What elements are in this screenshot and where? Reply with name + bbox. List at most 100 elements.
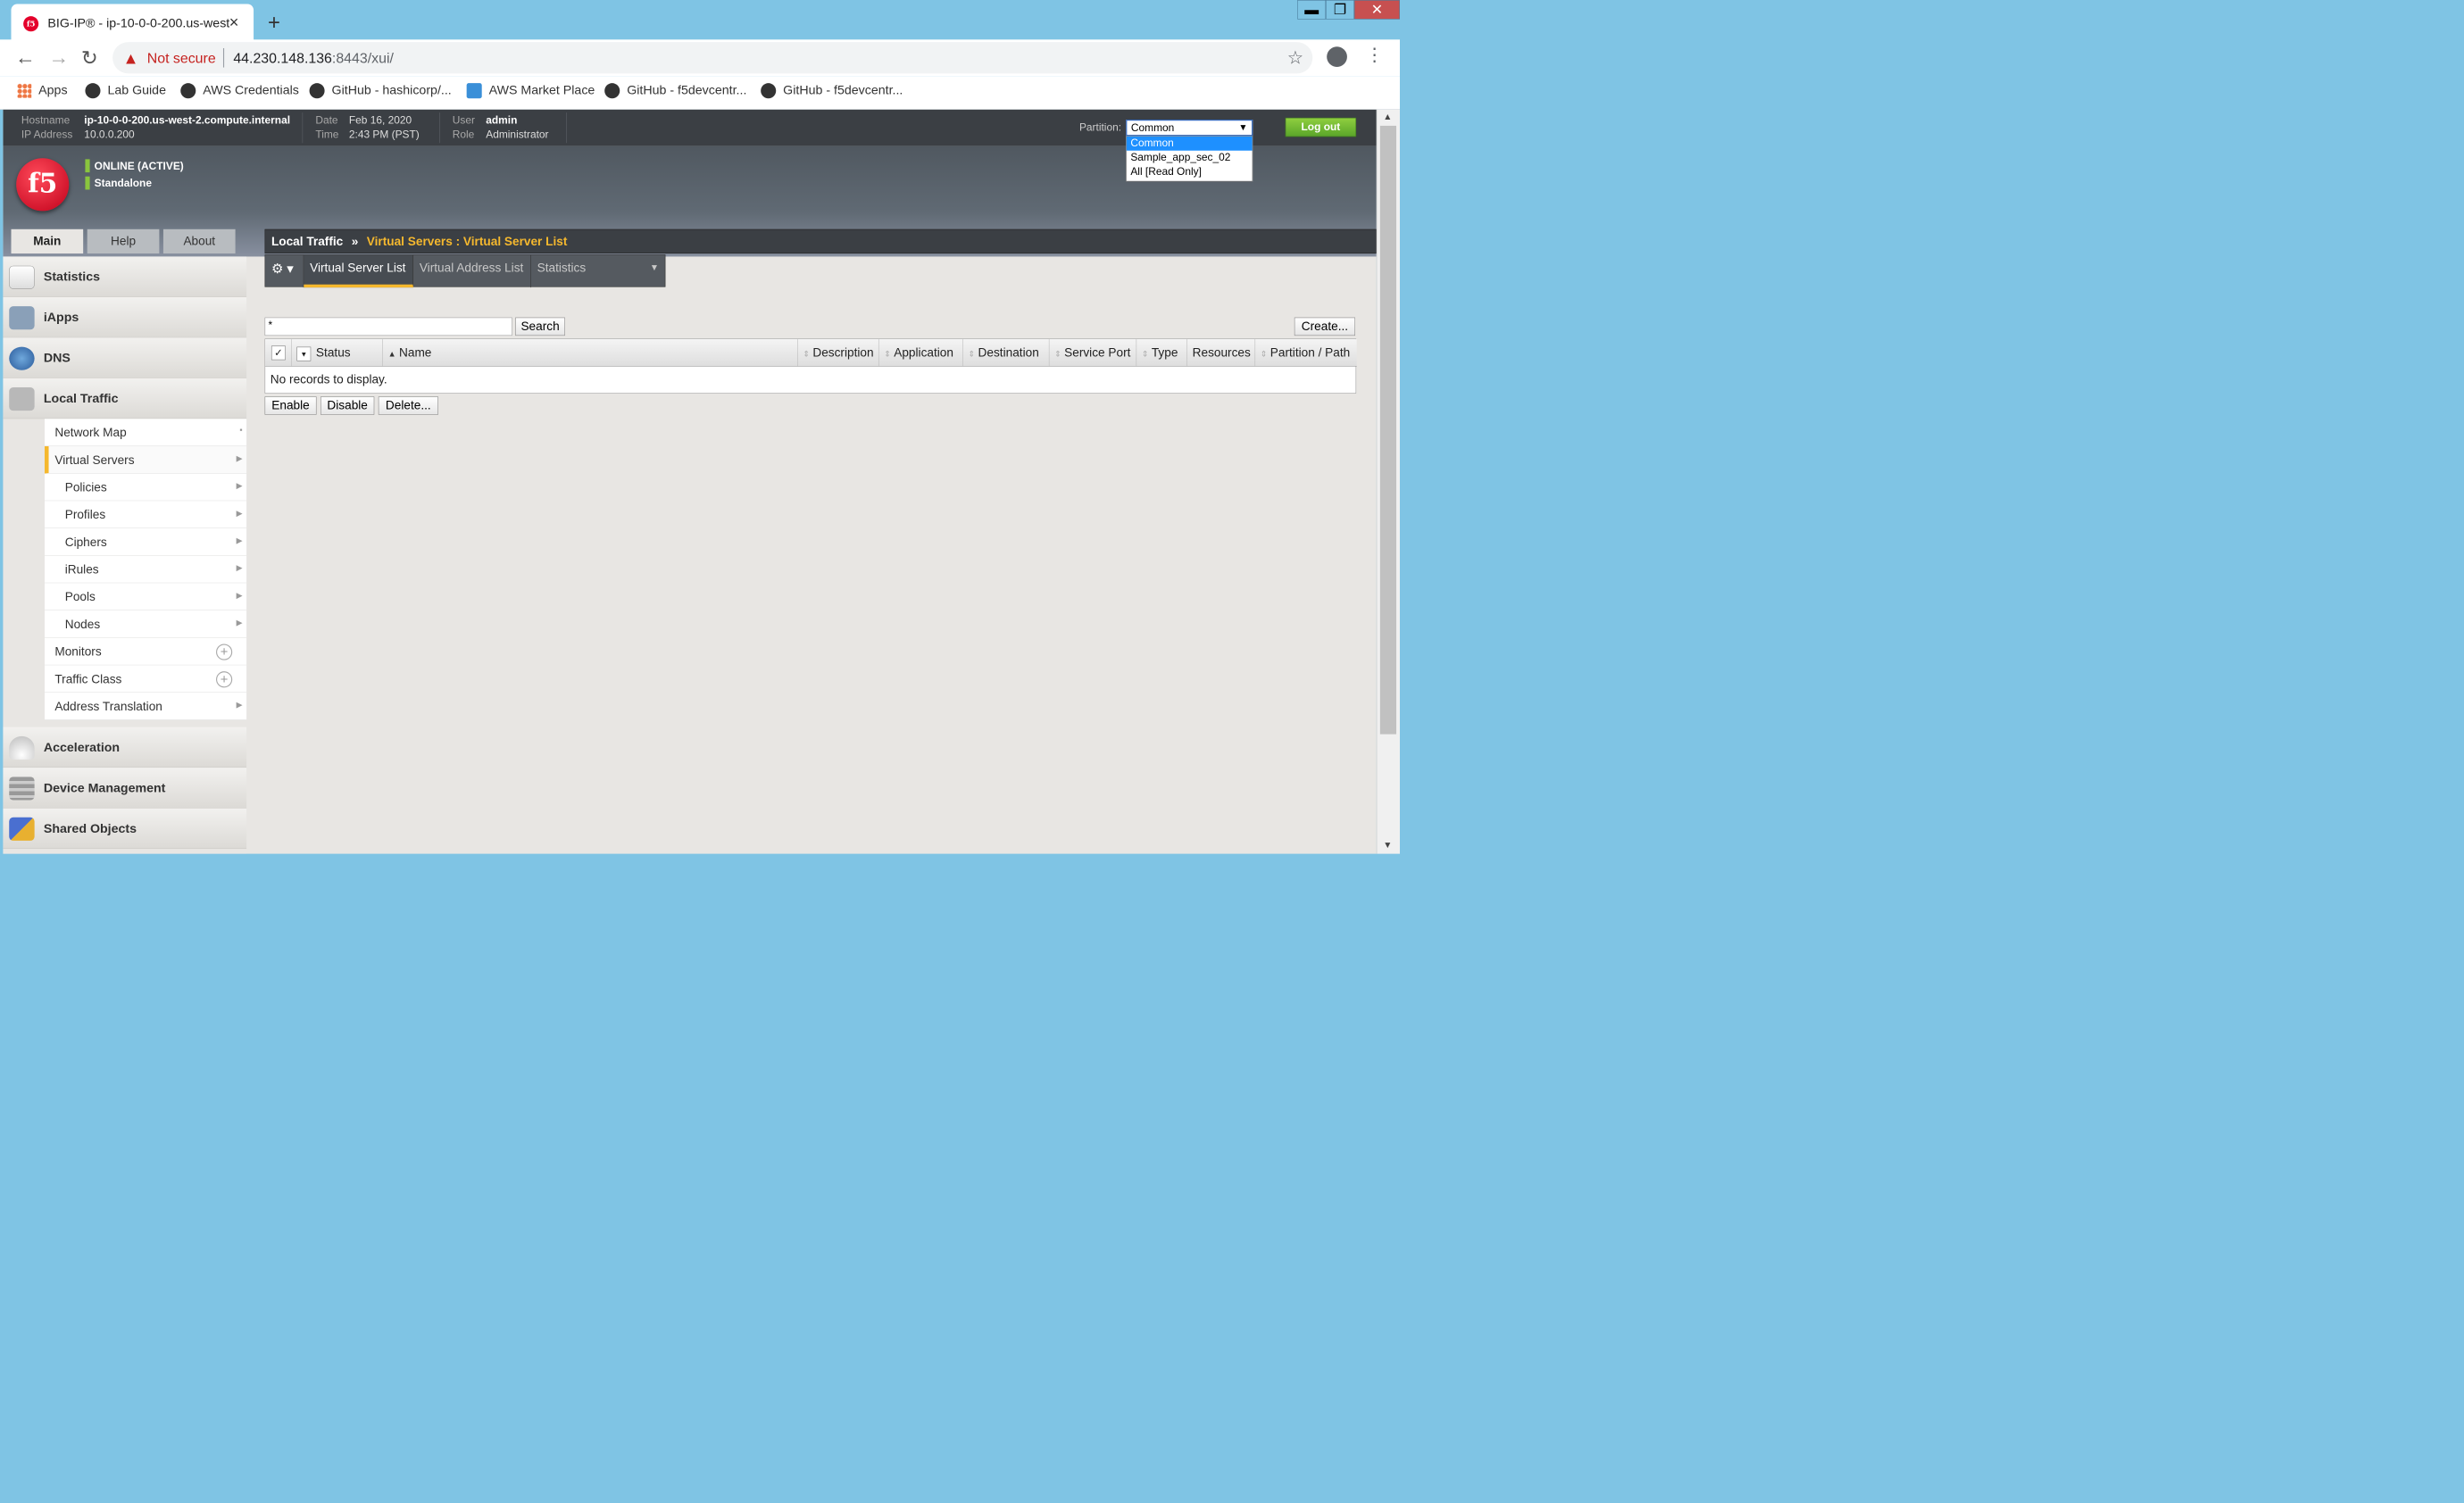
tab-virtual-server-list[interactable]: Virtual Server List: [304, 254, 414, 288]
sidebar-item-policies[interactable]: Policies ▶: [44, 473, 247, 502]
url-text[interactable]: 44.230.148.136:8443/xui/: [233, 50, 394, 66]
menu-icon[interactable]: ⋮: [1365, 45, 1383, 66]
account-icon[interactable]: [1327, 46, 1347, 67]
tab-statistics[interactable]: Statistics ▼: [531, 255, 666, 287]
column-label: Partition / Path: [1269, 345, 1351, 360]
search-input[interactable]: *: [264, 317, 512, 336]
sidebar-item-dns[interactable]: DNS: [3, 337, 247, 378]
sidebar-item-pools[interactable]: Pools ▶: [44, 583, 247, 611]
search-button[interactable]: Search: [515, 317, 565, 336]
column-type[interactable]: ⇕ Type: [1136, 339, 1187, 367]
select-all-checkbox[interactable]: ✓: [271, 345, 286, 361]
section-label: Statistics: [43, 270, 101, 285]
status-filter-icon[interactable]: ▼: [296, 346, 312, 361]
scroll-thumb[interactable]: [1379, 125, 1397, 735]
partition-option[interactable]: All [Read Only]: [1127, 165, 1253, 179]
address-bar[interactable]: ▲ Not secure 44.230.148.136:8443/xui/ ☆: [112, 42, 1313, 74]
sidebar-item-ciphers[interactable]: Ciphers ▶: [44, 527, 247, 556]
add-icon[interactable]: +: [216, 671, 233, 688]
close-tab-icon[interactable]: ×: [229, 13, 239, 32]
sidebar-item-device-management[interactable]: Device Management: [3, 768, 247, 809]
partition-option[interactable]: Common: [1126, 136, 1253, 151]
tab-title: BIG-IP® - ip-10-0-0-200.us-west: [47, 16, 230, 31]
reload-icon[interactable]: ↻: [81, 46, 98, 70]
new-tab-icon[interactable]: +: [268, 10, 280, 34]
chevron-right-icon: ▶: [236, 509, 243, 519]
enable-button[interactable]: Enable: [264, 396, 317, 415]
subitem-label: Policies: [64, 480, 107, 494]
tab-help[interactable]: Help: [87, 228, 160, 254]
bookmark-github-f5-2[interactable]: GitHub - f5devcentr...: [761, 83, 903, 99]
bookmark-aws-credentials[interactable]: AWS Credentials: [180, 83, 299, 99]
virtual-server-table: ✓ ▼ Status ▲ Name ⇕ Description ⇕ Applicatio…: [264, 338, 1357, 394]
bookmark-aws-market[interactable]: AWS Market Place: [466, 83, 595, 99]
minimize-icon[interactable]: ▬: [1297, 0, 1327, 20]
bookmark-star-icon[interactable]: ☆: [1287, 47, 1303, 69]
bookmark-github-f5-1[interactable]: GitHub - f5devcentr...: [604, 83, 746, 99]
sidebar-item-acceleration[interactable]: Acceleration: [3, 727, 247, 768]
tab-main[interactable]: Main: [11, 228, 84, 254]
partition-select[interactable]: Common: [1126, 120, 1253, 137]
breadcrumb-root[interactable]: Local Traffic: [271, 235, 343, 248]
column-status[interactable]: ▼ Status: [292, 339, 383, 367]
sidebar-item-shared-objects[interactable]: Shared Objects: [3, 808, 247, 850]
logout-button[interactable]: Log out: [1285, 117, 1357, 137]
sidebar-item-monitors[interactable]: Monitors +: [44, 637, 247, 666]
sidebar-item-iapps[interactable]: iApps: [3, 296, 247, 338]
sidebar-item-statistics[interactable]: Statistics: [3, 256, 247, 297]
subitem-label: Nodes: [64, 617, 101, 632]
disable-button[interactable]: Disable: [320, 396, 375, 415]
window-close-icon[interactable]: ✕: [1353, 0, 1401, 20]
f5-logo[interactable]: f5: [16, 158, 70, 212]
partition-option[interactable]: Sample_app_sec_02: [1127, 151, 1253, 165]
tab-label: Statistics: [537, 261, 587, 275]
column-label: Name: [399, 345, 432, 360]
sidebar-item-virtual-servers[interactable]: Virtual Servers ▶: [44, 445, 247, 474]
online-status[interactable]: ONLINE (ACTIVE): [85, 159, 184, 173]
page-scrollbar[interactable]: ▲ ▼: [1376, 109, 1401, 854]
url-path: :8443/xui/: [331, 50, 394, 66]
sidebar-item-nodes[interactable]: Nodes ▶: [44, 610, 247, 638]
create-button[interactable]: Create...: [1294, 317, 1356, 336]
gear-menu-icon[interactable]: ⚙ ▾: [265, 254, 304, 288]
section-label: Shared Objects: [43, 821, 137, 836]
delete-button[interactable]: Delete...: [378, 396, 438, 415]
chevron-right-icon: ▶: [236, 454, 243, 463]
ha-status[interactable]: Standalone: [85, 176, 152, 190]
maximize-icon[interactable]: ❐: [1326, 0, 1354, 20]
bookmark-github-hashicorp[interactable]: GitHub - hashicorp/...: [309, 83, 452, 99]
sidebar-item-local-traffic[interactable]: Local Traffic: [3, 378, 247, 419]
sidebar-item-network-map[interactable]: Network Map ▪: [44, 419, 247, 446]
apps-grid-icon: [17, 83, 32, 98]
github-icon: [309, 83, 325, 99]
column-application[interactable]: ⇕ Application: [879, 339, 963, 367]
section-label: Device Management: [43, 780, 166, 795]
add-icon[interactable]: +: [216, 644, 233, 660]
scroll-up-icon[interactable]: ▲: [1383, 112, 1392, 122]
column-service-port[interactable]: ⇕ Service Port: [1049, 339, 1137, 367]
not-secure-label[interactable]: Not secure: [147, 50, 216, 66]
sidebar-item-address-translation[interactable]: Address Translation ▶: [44, 693, 247, 720]
column-partition-path[interactable]: ⇕ Partition / Path: [1255, 339, 1357, 367]
scroll-down-icon[interactable]: ▼: [1383, 840, 1392, 851]
bookmark-label: GitHub - hashicorp/...: [331, 83, 452, 98]
chevron-right-icon: ▶: [236, 591, 243, 601]
bookmark-lab-guide[interactable]: Lab Guide: [85, 83, 166, 99]
browser-tab[interactable]: f5 BIG-IP® - ip-10-0-0-200.us-west ×: [11, 4, 254, 41]
column-destination[interactable]: ⇕ Destination: [963, 339, 1050, 367]
hostname-label: Hostname: [21, 114, 71, 127]
tab-about[interactable]: About: [162, 228, 236, 254]
section-label: iApps: [43, 310, 79, 325]
sidebar-item-profiles[interactable]: Profiles ▶: [44, 501, 247, 528]
warning-icon: ▲: [122, 49, 139, 68]
sidebar-item-irules[interactable]: iRules ▶: [44, 555, 247, 584]
table-header: ✓ ▼ Status ▲ Name ⇕ Description ⇕ Applicatio…: [265, 339, 1357, 367]
sidebar-item-traffic-class[interactable]: Traffic Class +: [44, 665, 247, 693]
back-icon[interactable]: ←: [15, 46, 36, 70]
column-description[interactable]: ⇕ Description: [798, 339, 879, 367]
forward-icon[interactable]: →: [49, 46, 70, 70]
column-name[interactable]: ▲ Name: [383, 339, 798, 367]
tab-virtual-address-list[interactable]: Virtual Address List: [413, 254, 531, 288]
bookmark-apps[interactable]: Apps: [17, 83, 68, 98]
subitem-label: Pools: [64, 590, 96, 604]
